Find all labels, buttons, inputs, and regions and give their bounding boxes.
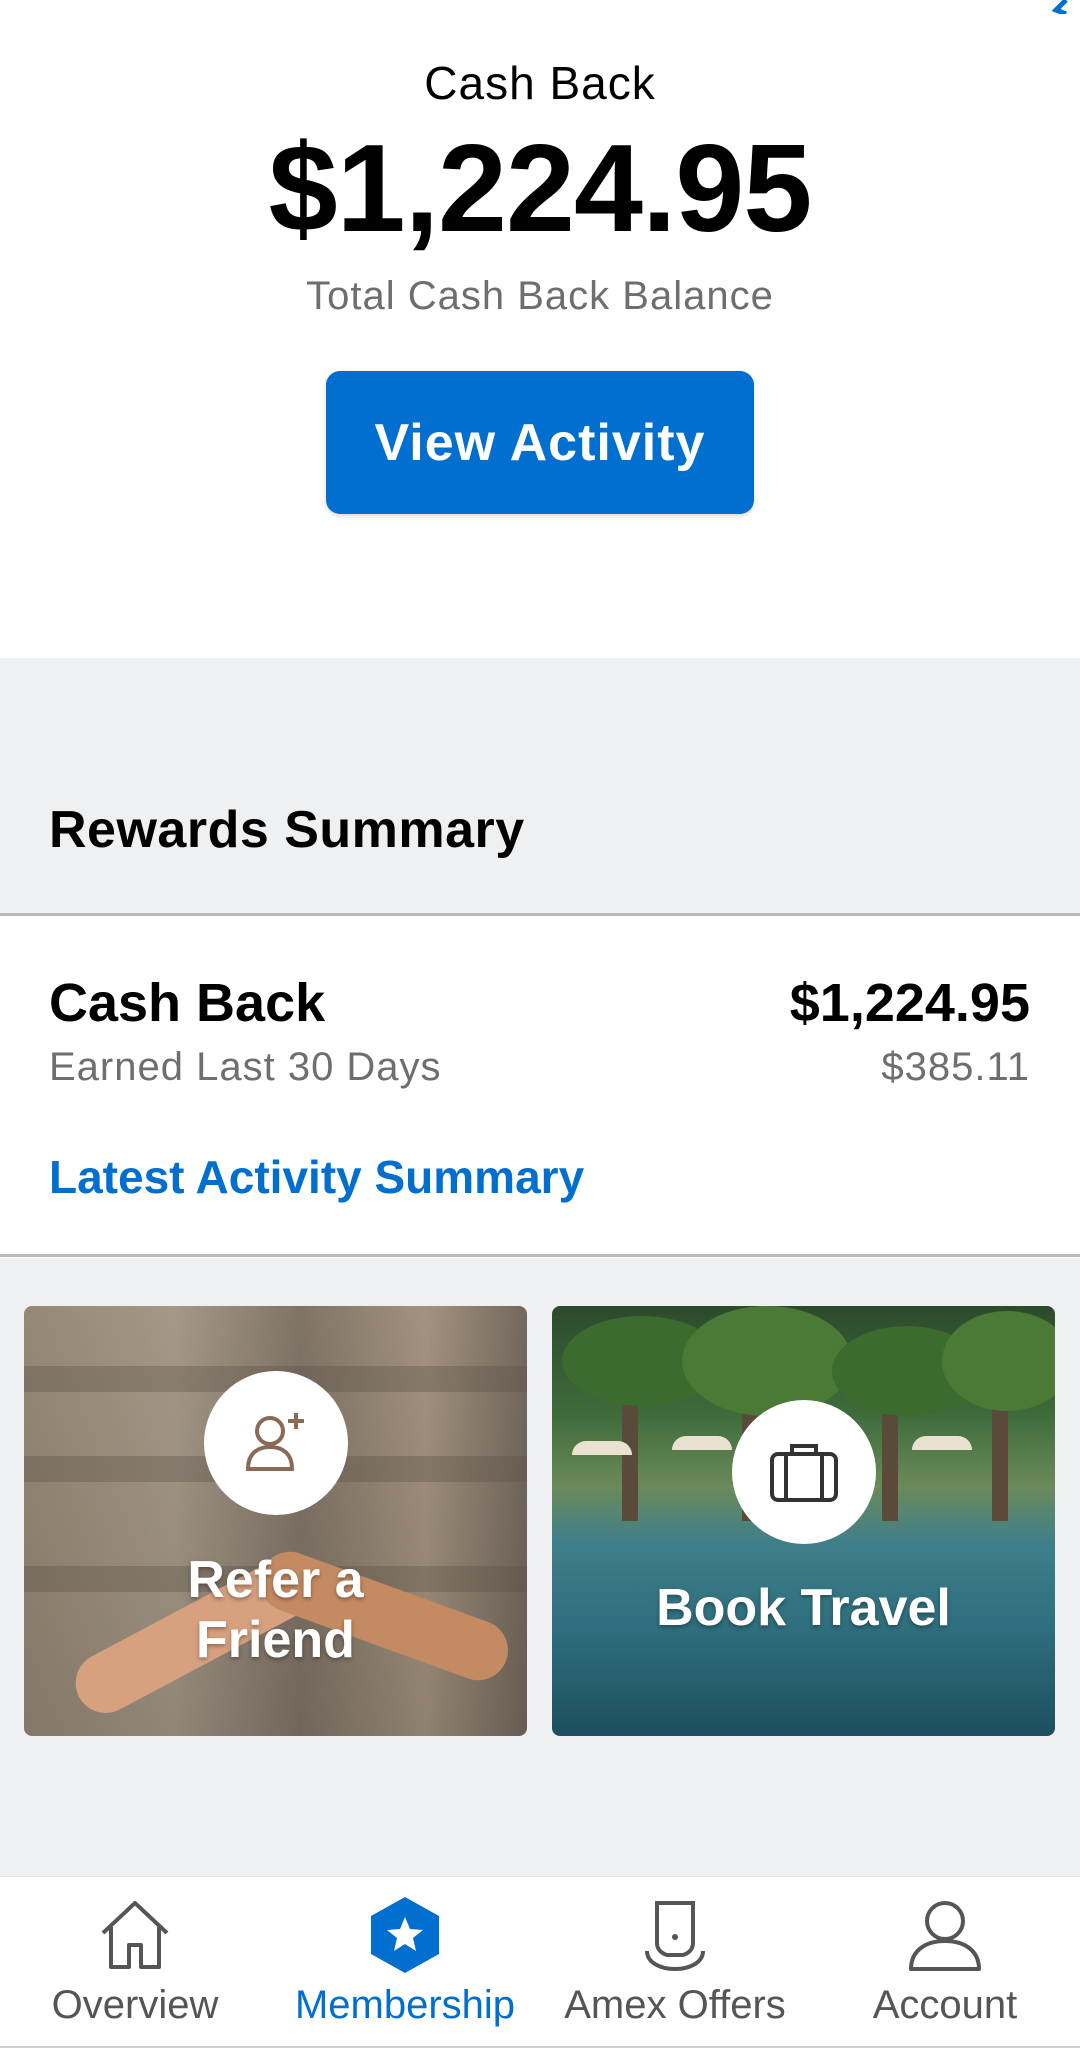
offer-tag-icon [645, 1901, 705, 1972]
chevron-left-icon[interactable] [1052, 0, 1072, 14]
umbrella-image [672, 1436, 732, 1450]
cash-back-value: $1,224.95 [789, 973, 1030, 1033]
tab-membership-label: Membership [294, 1983, 516, 2027]
tab-overview[interactable]: Overview [0, 1877, 270, 2067]
home-icon [101, 1901, 169, 1969]
suitcase-icon [770, 1444, 838, 1502]
tab-account[interactable]: Account [810, 1877, 1080, 2067]
umbrella-image [572, 1441, 632, 1455]
balance-caption: Total Cash Back Balance [306, 274, 774, 318]
user-icon [909, 1901, 981, 1971]
tab-amex-offers[interactable]: Amex Offers [540, 1877, 810, 2067]
view-activity-button[interactable]: View Activity [326, 371, 754, 514]
rewards-summary-header [0, 658, 1080, 913]
refer-a-friend-tile[interactable]: Refer a Friend [24, 1306, 527, 1736]
latest-activity-summary-link[interactable]: Latest Activity Summary [49, 1150, 584, 1204]
tab-overview-label: Overview [51, 1983, 219, 2027]
tab-amex-offers-label: Amex Offers [564, 1983, 786, 2027]
rewards-summary-title: Rewards Summary [49, 801, 525, 859]
earned-last-30-days-value: $385.11 [881, 1045, 1030, 1089]
book-travel-label: Book Travel [656, 1579, 951, 1637]
refer-a-friend-label-line1: Refer a [187, 1551, 364, 1609]
palm-leaves [682, 1306, 852, 1416]
divider [0, 2046, 1080, 2048]
refer-a-friend-label-line2: Friend [196, 1611, 355, 1669]
umbrella-image [912, 1436, 972, 1450]
tab-membership[interactable]: Membership [270, 1877, 540, 2067]
book-travel-tile[interactable]: Book Travel [552, 1306, 1055, 1736]
add-user-icon [245, 1413, 304, 1471]
tab-account-label: Account [872, 1983, 1018, 2027]
page-title: Cash Back [424, 57, 656, 109]
bottom-tab-bar: Overview Membership Amex Offers Account [0, 1876, 1080, 2067]
earned-last-30-days-label: Earned Last 30 Days [49, 1045, 442, 1089]
palm-tree-image [622, 1401, 638, 1521]
divider [0, 1254, 1080, 1257]
star-badge-icon [371, 1897, 439, 1973]
cash-back-header: Cash Back $1,224.95 Total Cash Back Bala… [0, 0, 1080, 658]
suitcase-icon-circle [732, 1400, 876, 1544]
cash-back-label: Cash Back [49, 973, 326, 1033]
cash-back-balance: $1,224.95 [268, 120, 813, 258]
add-user-icon-circle [204, 1371, 348, 1515]
